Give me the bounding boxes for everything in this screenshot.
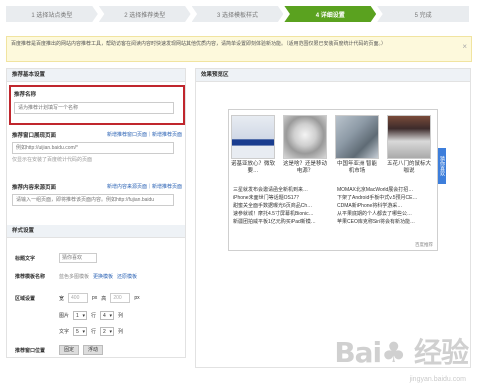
position-fixed-button[interactable]: 固定 <box>59 345 79 355</box>
step-2-label: 2 选择推荐类型 <box>124 12 166 19</box>
step-5-label: 5 完成 <box>414 12 432 19</box>
preview-title: 效果预览区 <box>196 69 470 82</box>
news-item[interactable]: 甜蜜关全面手数据曝光6页商品Ch… <box>233 202 333 210</box>
news-list-right: MOMAX北京MacWorld展会打招… 下架了Android手板中式v.5预月… <box>337 186 437 226</box>
recommend-name-label: 推荐名称 <box>14 92 37 98</box>
template-row: 推荐模板名称 蓝色多图模板 更换模板 还原模板 <box>15 273 137 280</box>
thumb-item[interactable]: 中国年亚洲 智能机市场 <box>335 115 379 175</box>
title-text-row: 标题文字 <box>15 253 97 263</box>
step-3-label: 3 选择模板样式 <box>216 12 258 19</box>
width-input[interactable] <box>68 293 89 303</box>
recommend-name-section: 推荐名称 <box>9 85 185 125</box>
step-4-current[interactable]: 4 详细设置 <box>284 6 377 22</box>
page-section-hint: 仅显示在安装了百度统计代码的页面 <box>12 157 93 163</box>
position-label: 推荐窗口位置 <box>15 347 46 354</box>
step-4-label: 4 详细设置 <box>315 12 345 19</box>
content-url-input[interactable] <box>12 194 174 206</box>
restore-template-link[interactable]: 还原模板 <box>117 273 137 280</box>
page-section-label: 推荐窗口展现页面 <box>12 133 57 139</box>
preview-panel: 效果预览区 猜你喜欢 诺基亚放心？微软要… 这是啥？还是移动电源？ 中国年亚洲 … <box>195 68 471 368</box>
page-section: 推荐窗口展现页面 新增推荐窗口页面｜新增推荐页面 仅显示在安装了百度统计代码的页… <box>12 131 182 163</box>
text-row-label: 文字 <box>59 329 70 335</box>
title-text-input[interactable] <box>59 253 97 263</box>
news-item[interactable]: MOMAX北京MacWorld展会打招… <box>337 186 437 194</box>
news-item[interactable]: 苹果CEO库克称Siri将会有新功能… <box>337 218 437 226</box>
area-row: 区域设置 宽 px 高 px <box>15 293 140 303</box>
thumb-image <box>387 115 431 159</box>
wizard-steps: 1 选择站点类型 2 选择推荐类型 3 选择模板样式 4 详细设置 5 完成 <box>6 6 470 22</box>
position-float-button[interactable]: 浮动 <box>83 345 103 355</box>
thumb-caption: 诺基亚放心？微软要… <box>231 161 276 174</box>
notice-text: 百度推荐是百度推出的网站内容推荐工具，帮助访客在阅读内容时快速发现网站其他优质内… <box>11 41 387 47</box>
page-section-links[interactable]: 新增推荐窗口页面｜新增推荐页面 <box>107 131 182 139</box>
content-section: 推荐内容来源页面 新增内容来源页面｜新增推荐页面 <box>12 183 182 206</box>
image-rows-unit: 行 <box>91 313 97 319</box>
thumb-caption: 五花八门的鼠标大咖说 <box>387 161 432 174</box>
image-cols-select[interactable]: 4 <box>100 311 115 320</box>
step-2[interactable]: 2 选择推荐类型 <box>98 6 191 22</box>
watermark-logo: Bai♣ 经验 <box>334 336 469 369</box>
height-input[interactable] <box>110 293 131 303</box>
settings-panel: 推荐基本设置 推荐名称 推荐窗口展现页面 新增推荐窗口页面｜新增推荐页面 仅显示… <box>6 68 186 358</box>
step-1-label: 1 选择站点类型 <box>31 12 73 19</box>
news-item[interactable]: 从平果底期的个人都去了哪些公… <box>337 210 437 218</box>
image-rows-select[interactable]: 1 <box>73 311 88 320</box>
width-label: 宽 <box>59 295 65 302</box>
style-settings-title: 样式设置 <box>7 225 185 238</box>
thumb-image <box>283 115 327 159</box>
news-item[interactable]: 速参就城！摩托4.5寸屏幕机Bionic… <box>233 210 333 218</box>
thumb-list: 诺基亚放心？微软要… 这是啥？还是移动电源？ 中国年亚洲 智能机市场 五花八门的… <box>231 115 431 175</box>
news-item[interactable]: iPhone未面世门等话题OS17？ <box>233 194 333 202</box>
thumb-image <box>231 115 275 159</box>
footer-label: 百度推荐 <box>415 242 433 247</box>
news-list-left: 三星就发布会邀请函全新机到来… iPhone未面世门等话题OS17？ 甜蜜关全面… <box>233 186 333 226</box>
news-item[interactable]: 下架了Android手板中式v.5预月CE… <box>337 194 437 202</box>
change-template-link[interactable]: 更换模板 <box>93 273 113 280</box>
text-cols-unit: 列 <box>118 329 124 335</box>
content-section-links[interactable]: 新增内容来源页面｜新增推荐页面 <box>107 183 182 191</box>
recommend-name-input[interactable] <box>14 102 174 114</box>
template-value: 蓝色多图模板 <box>59 274 90 280</box>
text-cols-select[interactable]: 2 <box>100 327 115 336</box>
news-item[interactable]: 三星就发布会邀请函全新机到来… <box>233 186 333 194</box>
thumb-caption: 中国年亚洲 智能机市场 <box>336 161 378 174</box>
thumb-image <box>335 115 379 159</box>
notice-banner: 百度推荐是百度推出的网站内容推荐工具，帮助访客在阅读内容时快速发现网站其他优质内… <box>6 36 472 62</box>
text-rows-select[interactable]: 5 <box>73 327 88 336</box>
step-5[interactable]: 5 完成 <box>377 6 469 22</box>
area-label: 区域设置 <box>15 295 36 302</box>
position-row: 推荐窗口位置 固定 浮动 <box>15 345 103 355</box>
basic-settings-title: 推荐基本设置 <box>7 69 185 82</box>
template-label: 推荐模板名称 <box>15 274 46 280</box>
text-rows-unit: 行 <box>91 329 97 335</box>
preview-widget: 猜你喜欢 诺基亚放心？微软要… 这是啥？还是移动电源？ 中国年亚洲 智能机市场 … <box>228 109 446 251</box>
step-1[interactable]: 1 选择站点类型 <box>6 6 98 22</box>
side-tab[interactable]: 猜你喜欢 <box>438 148 446 184</box>
image-row-label: 图片 <box>59 313 70 319</box>
height-label: 高 <box>101 295 107 302</box>
news-item[interactable]: 新疆团拍威平板1亿元购买iPad新模… <box>233 218 333 226</box>
image-cols-unit: 列 <box>118 313 124 319</box>
height-unit: px <box>134 295 140 301</box>
watermark-url: jingyan.baidu.com <box>409 376 466 383</box>
image-row: 图片 1 行 4 列 <box>59 311 123 320</box>
step-3[interactable]: 3 选择模板样式 <box>191 6 284 22</box>
thumb-caption: 这是啥？还是移动电源？ <box>283 161 328 174</box>
content-section-label: 推荐内容来源页面 <box>12 185 57 191</box>
title-text-label: 标题文字 <box>15 255 36 262</box>
width-unit: px <box>92 295 98 301</box>
close-icon[interactable]: × <box>462 42 467 51</box>
thumb-item[interactable]: 诺基亚放心？微软要… <box>231 115 275 175</box>
thumb-item[interactable]: 五花八门的鼠标大咖说 <box>387 115 431 175</box>
text-row: 文字 5 行 2 列 <box>59 327 123 336</box>
page-url-input[interactable] <box>12 142 174 154</box>
news-item[interactable]: CDMA新iPhone将科学游采… <box>337 202 437 210</box>
thumb-item[interactable]: 这是啥？还是移动电源？ <box>283 115 327 175</box>
